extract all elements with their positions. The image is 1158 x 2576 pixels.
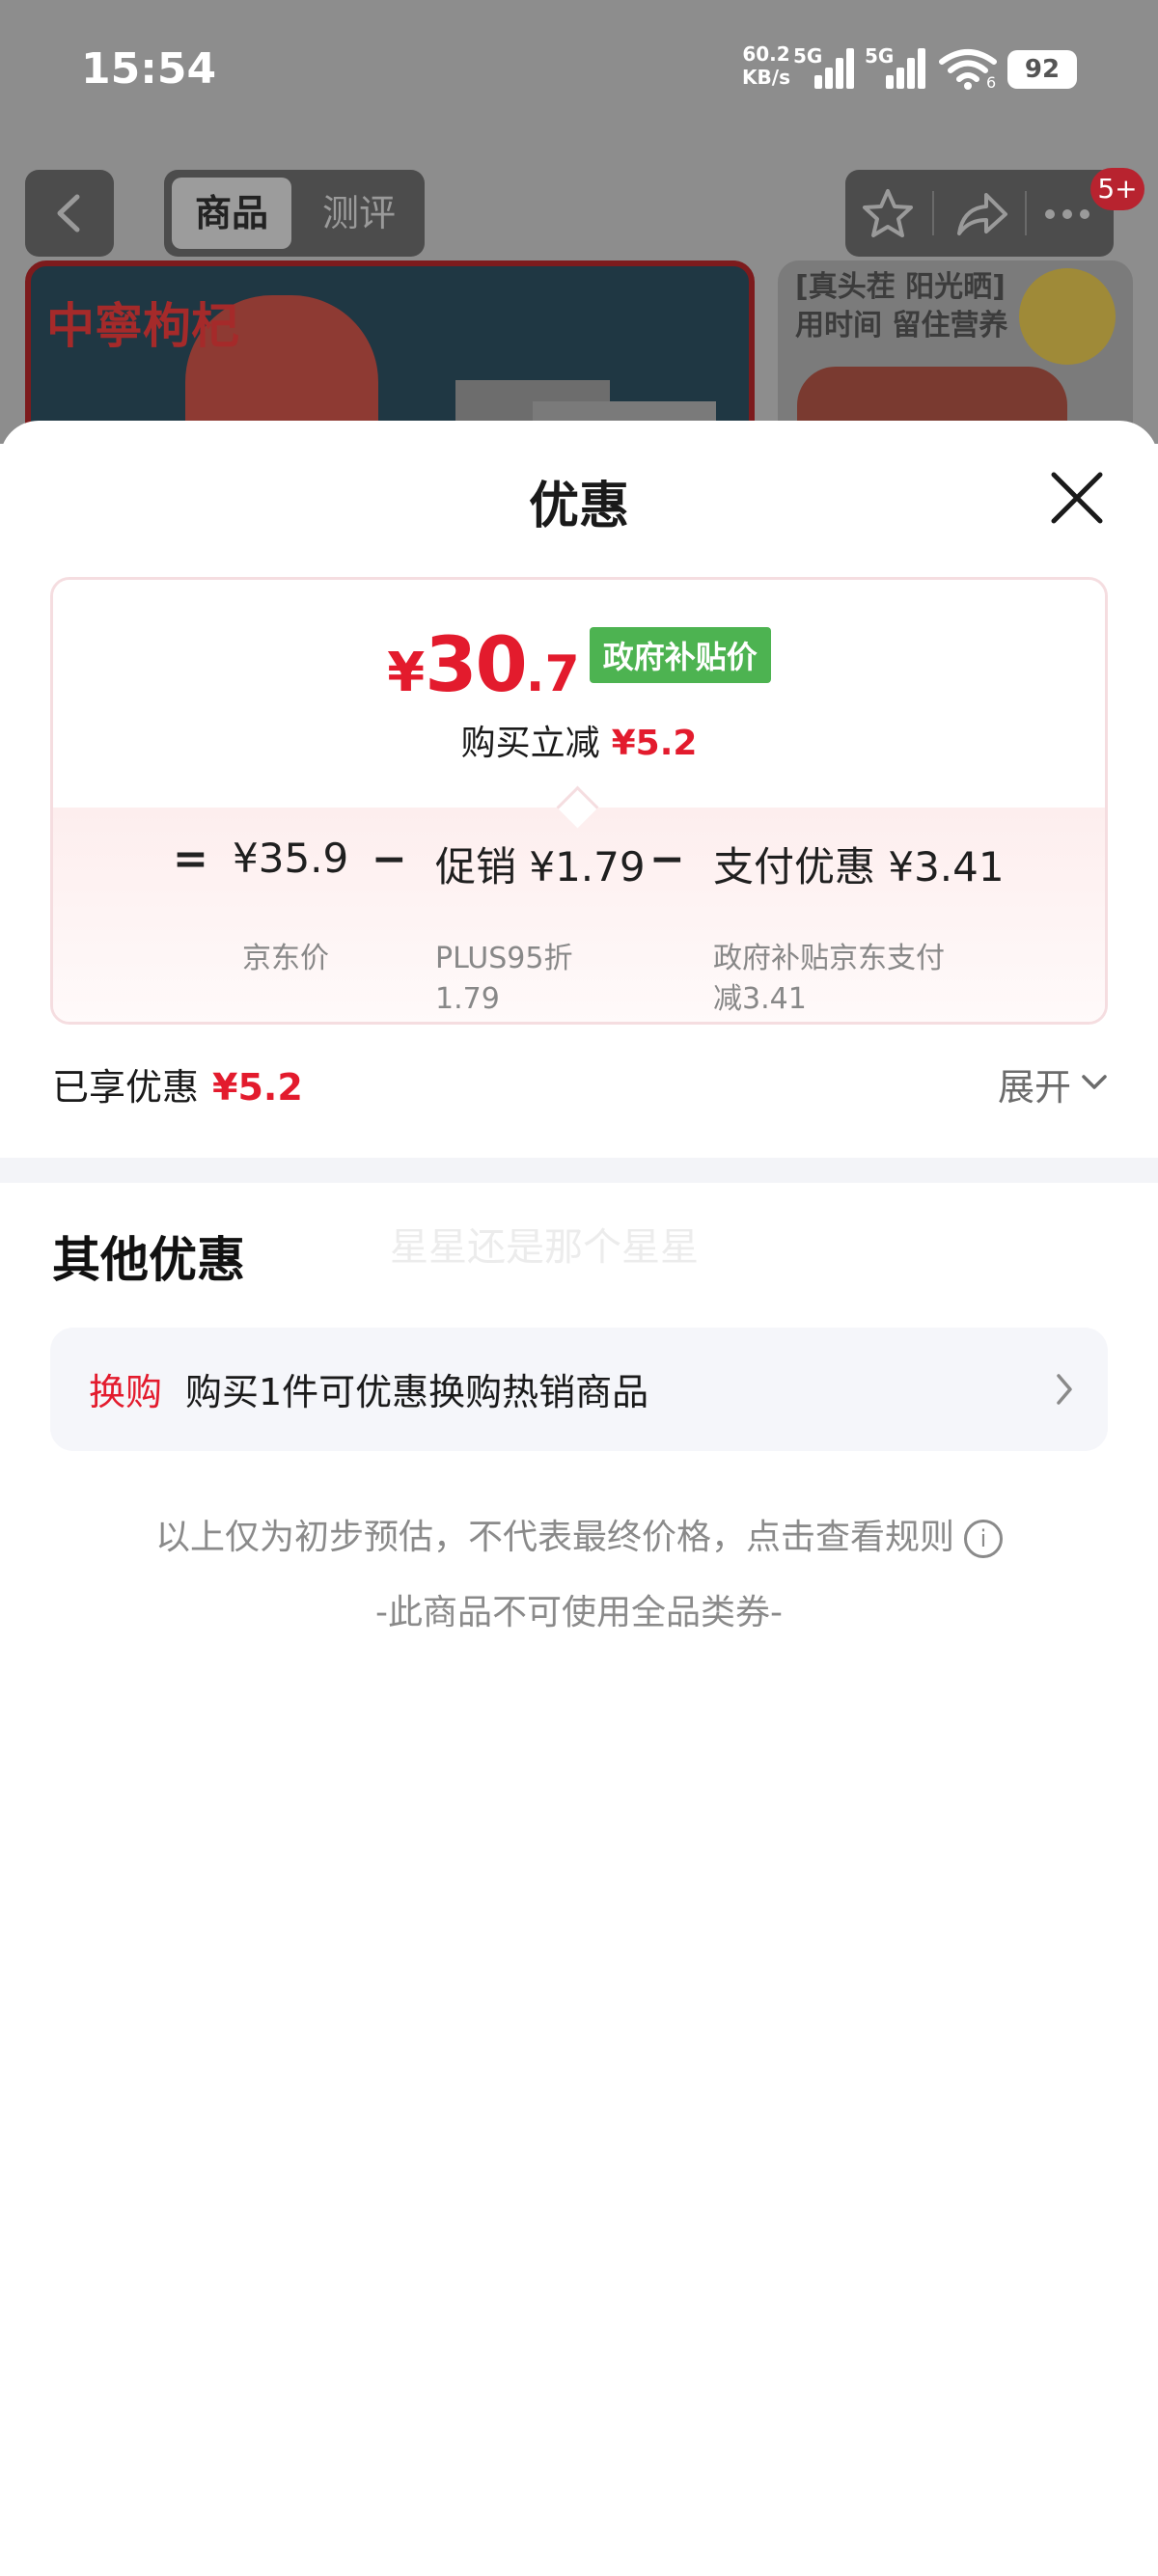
operator-equals: = [173, 835, 208, 884]
price-rule-note-text: 以上仅为初步预估，不代表最终价格，点击查看规则 [154, 1518, 954, 1557]
price-rule-note[interactable]: 以上仅为初步预估，不代表最终价格，点击查看规则 i [0, 1509, 1158, 1559]
side-image-text-line2: 用时间 留住营养 [795, 309, 1008, 343]
jd-price-label-text: 京东价 [242, 942, 329, 975]
product-hero-image: 中寧枸杞 [25, 260, 755, 444]
promo-detail-line1: PLUS95折 [435, 942, 573, 975]
operator-minus-2: − [649, 835, 685, 884]
promo-detail-line2: 1.79 [435, 982, 500, 1016]
wifi-icon: 6 [938, 48, 998, 92]
hero-logo-text: 中寧枸杞 [46, 297, 239, 354]
other-discounts-title: 其他优惠 [52, 1232, 245, 1288]
jd-price-value: ¥35.9 [233, 835, 349, 882]
sim2-label: 5G [865, 44, 895, 68]
sun-icon [1019, 268, 1116, 365]
instant-reduce-amount: ¥5.2 [611, 724, 698, 763]
price-breakdown-card: ¥30.7 政府补贴价 购买立减 ¥5.2 = ¥35.9 京东价 − 促销 ¥1.… [50, 577, 1108, 1025]
gov-subsidy-tag: 政府补贴价 [589, 627, 771, 683]
status-time: 15:54 [81, 44, 217, 94]
enjoyed-discount-label: 已享优惠 [52, 1066, 200, 1109]
product-tab-switch: 商品 测评 [164, 170, 425, 257]
instant-reduce-label: 购买立减 [460, 724, 600, 763]
payment-discount-detail: 政府补贴京东支付 减3.41 [713, 939, 945, 1020]
message-badge: 5+ [1090, 168, 1144, 210]
payment-discount-detail-line1: 政府补贴京东支付 [713, 942, 945, 975]
instant-reduce: 购买立减 ¥5.2 [53, 715, 1105, 765]
side-image-text-line1: [真头茬 阳光晒] [795, 270, 1006, 304]
favorite-star-icon[interactable] [859, 185, 917, 243]
price-decimal: .7 [525, 645, 580, 703]
status-bar: 15:54 60.2 KB/s 5G 5G 6 92 [0, 0, 1158, 145]
sheet-title: 优惠 [528, 478, 629, 535]
tab-review[interactable]: 测评 [301, 178, 417, 249]
price-integer: 30 [425, 622, 528, 709]
close-icon[interactable] [1044, 465, 1110, 531]
jd-price-label: 京东价 [242, 939, 329, 979]
share-icon[interactable] [951, 185, 1009, 243]
tab-product[interactable]: 商品 [172, 178, 291, 249]
battery-icon: 92 [1007, 50, 1077, 89]
promo-value: 促销 ¥1.79 [435, 843, 646, 891]
enjoyed-discount: 已享优惠 ¥5.2 [52, 1057, 303, 1110]
network-speed-value: 60.2 [742, 42, 790, 66]
swap-offer-row[interactable]: 换购 购买1件可优惠换购热销商品 [50, 1328, 1108, 1451]
product-side-image: [真头茬 阳光晒] 用时间 留住营养 [778, 260, 1133, 444]
chevron-right-icon [1057, 1374, 1072, 1405]
enjoyed-discount-amount: ¥5.2 [212, 1066, 303, 1109]
watermark: 星星还是那个星星 [390, 1225, 699, 1270]
network-speed: 60.2 KB/s [737, 42, 795, 89]
sim1-label: 5G [793, 44, 823, 68]
info-icon[interactable]: i [964, 1520, 1003, 1558]
coupon-restriction-note: -此商品不可使用全品类券- [375, 1593, 783, 1632]
back-button[interactable] [25, 170, 114, 257]
swap-tag: 换购 [89, 1371, 163, 1413]
expand-button[interactable]: 展开 [998, 1057, 1071, 1110]
cell-signal-icon-2: 5G [865, 44, 925, 89]
top-actions [845, 170, 1114, 257]
price-currency: ¥ [387, 642, 426, 704]
chevron-down-icon[interactable] [1081, 1073, 1108, 1092]
discount-sheet: 优惠 ¥30.7 政府补贴价 购买立减 ¥5.2 = ¥35.9 京东价 − 促销 … [0, 421, 1158, 2576]
chevron-left-icon [57, 194, 80, 233]
payment-discount-detail-line2: 减3.41 [713, 982, 807, 1016]
promo-detail: PLUS95折 1.79 [435, 939, 573, 1020]
section-divider [0, 1158, 1158, 1183]
swap-text: 购买1件可优惠换购热销商品 [185, 1371, 649, 1413]
cell-signal-icon: 5G [793, 44, 854, 89]
wifi-sub-label: 6 [986, 73, 997, 92]
final-price: ¥30.7 政府补贴价 [53, 622, 1105, 709]
operator-minus-1: − [372, 835, 407, 884]
payment-discount-value: 支付优惠 ¥3.41 [713, 843, 1005, 891]
more-icon[interactable] [1038, 185, 1096, 243]
product-page-background: 15:54 60.2 KB/s 5G 5G 6 92 商品 测评 5+ 中寧枸杞… [0, 0, 1158, 444]
side-image-text: [真头茬 阳光晒] 用时间 留住营养 [795, 268, 1007, 345]
network-speed-unit: KB/s [742, 66, 790, 89]
